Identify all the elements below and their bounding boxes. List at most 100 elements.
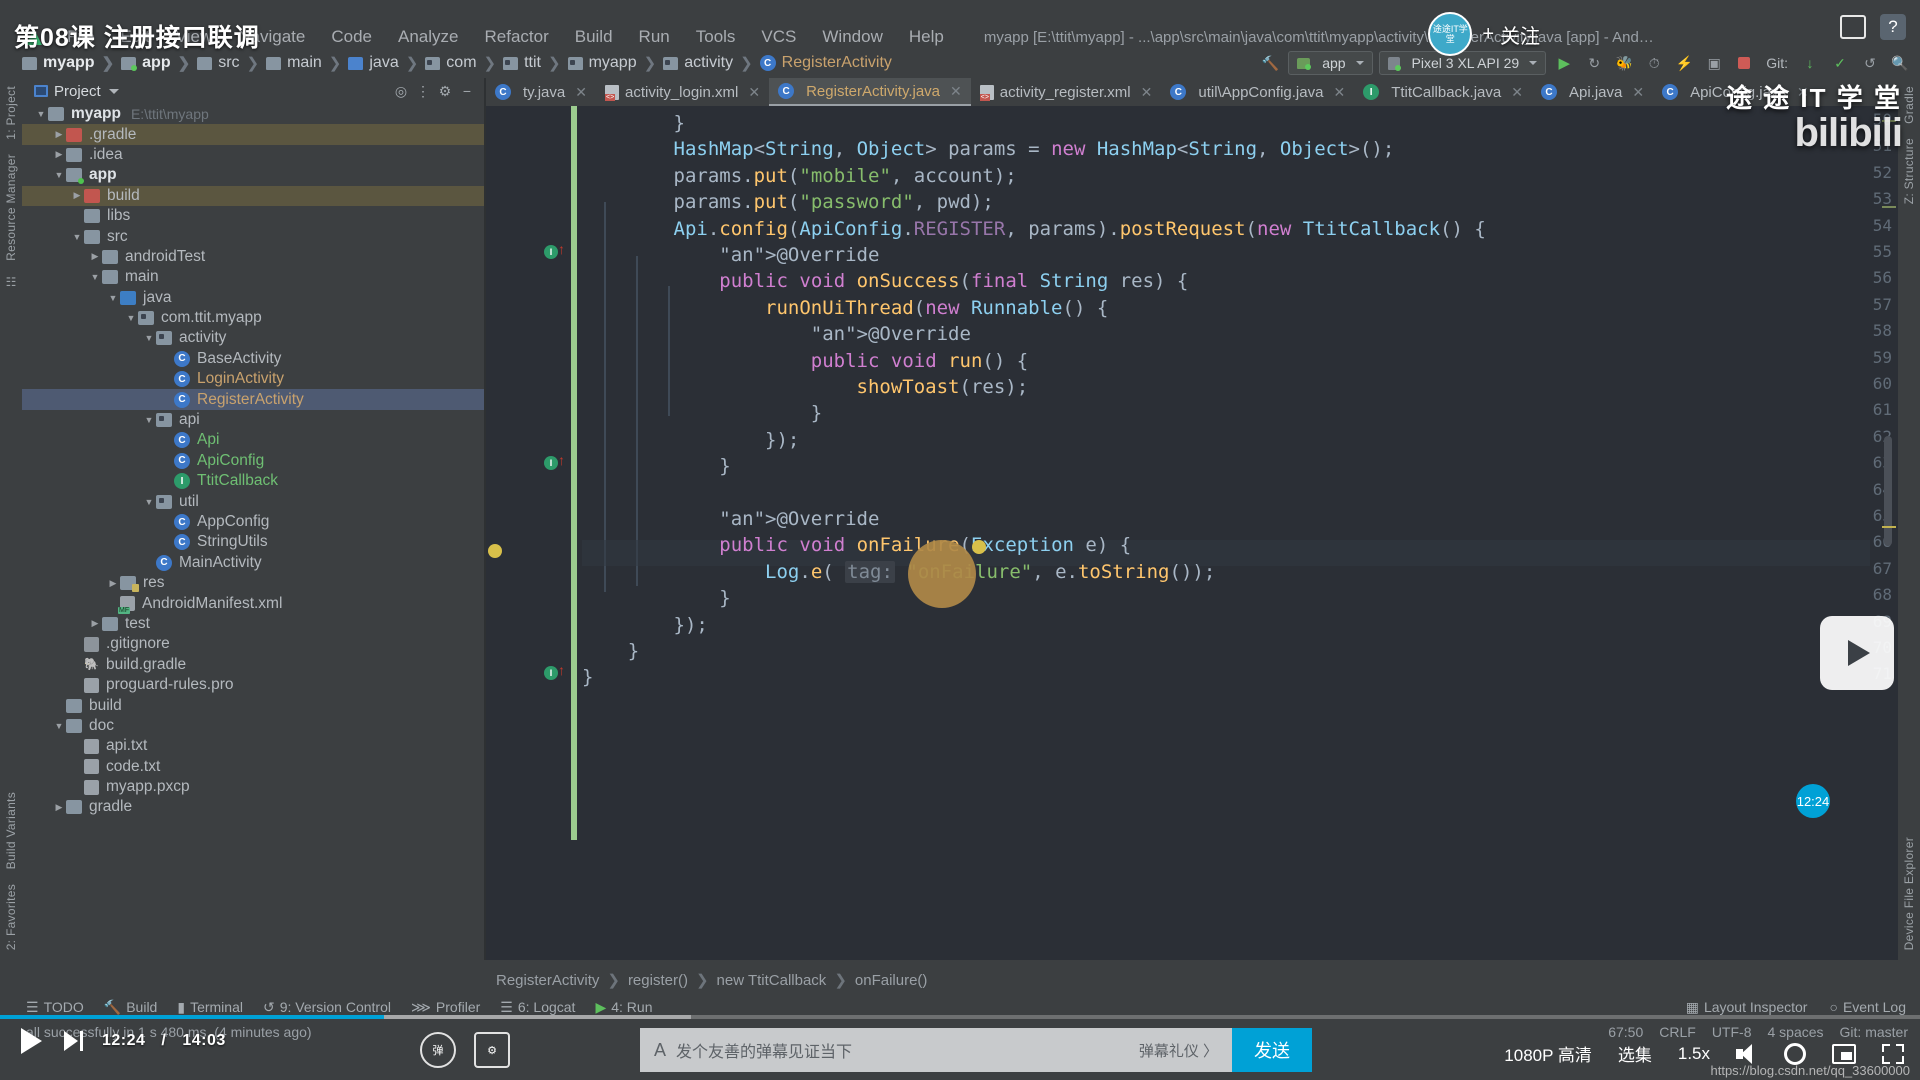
play-overlay-icon[interactable] (1820, 616, 1894, 690)
widescreen-icon[interactable] (1840, 15, 1866, 39)
chevron-down-icon[interactable] (142, 497, 156, 507)
breadcrumb-com[interactable]: com ❯ (425, 54, 503, 72)
attach-debugger-icon[interactable]: ⚡ (1672, 52, 1696, 74)
tree-item[interactable]: myapp.pxcp (22, 777, 484, 797)
tree-item[interactable]: 🐘 build.gradle (22, 655, 484, 675)
code-line[interactable]: } (582, 585, 730, 611)
tree-item[interactable]: proguard-rules.pro (22, 675, 484, 695)
code-line[interactable]: } (582, 400, 822, 426)
breadcrumb-app[interactable]: app ❯ (121, 54, 197, 72)
chevron-down-icon[interactable] (108, 88, 119, 94)
run-button[interactable]: ▶ (1552, 52, 1576, 74)
tree-item[interactable]: build (22, 695, 484, 715)
tree-item[interactable]: code.txt (22, 757, 484, 777)
code-line[interactable]: Api.config(ApiConfig.REGISTER, params).p… (582, 216, 1486, 242)
tree-item[interactable]: api (22, 410, 484, 430)
code-line[interactable]: public void onSuccess(final String res) … (582, 268, 1188, 294)
chevron-right-icon[interactable] (52, 149, 66, 160)
playback-speed[interactable]: 1.5x (1678, 1044, 1710, 1064)
close-icon[interactable]: ✕ (1141, 84, 1153, 101)
progress-bar[interactable] (0, 1015, 1920, 1019)
tree-item[interactable]: C BaseActivity (22, 349, 484, 369)
breadcrumb-ttit[interactable]: ttit ❯ (503, 54, 567, 72)
implementing-method-icon[interactable]: I (544, 666, 558, 680)
danmaku-input[interactable]: A 发个友善的弹幕见证当下 弹幕礼仪 〉 (640, 1028, 1232, 1072)
code-line[interactable]: }); (582, 612, 708, 638)
close-icon[interactable]: ✕ (950, 83, 962, 100)
git-commit-icon[interactable]: ✓ (1828, 52, 1852, 74)
chevron-right-icon[interactable] (52, 802, 66, 813)
chevron-right-icon[interactable] (106, 578, 120, 589)
strip-resource-manager[interactable]: Resource Manager (4, 154, 18, 261)
tool-run[interactable]: ▶ 4: Run (595, 999, 652, 1016)
breadcrumb-activity[interactable]: activity ❯ (663, 54, 759, 72)
chevron-right-icon[interactable] (88, 618, 102, 629)
editor-tab[interactable]: activity_login.xml ✕ (596, 78, 769, 106)
crumb-class[interactable]: RegisterActivity (496, 972, 599, 989)
danmaku-toggle-icon[interactable]: 弹 (420, 1032, 456, 1068)
collapse-all-icon[interactable]: ⋮ (412, 81, 434, 101)
tree-item[interactable]: AndroidManifest.xml (22, 593, 484, 615)
locate-file-icon[interactable]: ◎ (390, 81, 412, 101)
tree-item[interactable]: main (22, 267, 484, 287)
picture-in-picture-icon[interactable] (1832, 1043, 1856, 1064)
editor-tab-bar[interactable]: Cty.java ✕ activity_login.xml ✕ C RegisterAct… (486, 78, 1898, 106)
tool-terminal[interactable]: ▮ Terminal (177, 999, 243, 1016)
hide-panel-icon[interactable]: − (456, 81, 478, 101)
code-text[interactable]: } HashMap<String, Object> params = new H… (582, 106, 1870, 960)
code-line[interactable]: } (582, 638, 639, 664)
chevron-down-icon[interactable] (142, 333, 156, 343)
tree-item[interactable]: com.ttit.myapp (22, 308, 484, 328)
chevron-down-icon[interactable] (34, 109, 48, 119)
search-everywhere-icon[interactable]: 🔍 (1888, 52, 1912, 74)
debug-icon[interactable]: 🐝 (1612, 52, 1636, 74)
tree-item[interactable]: .gitignore (22, 634, 484, 654)
code-line[interactable]: } (582, 110, 685, 136)
avatar[interactable]: 途途IT学堂 (1428, 12, 1473, 56)
tree-item[interactable]: C ApiConfig (22, 451, 484, 471)
intention-bulb-icon[interactable] (488, 544, 502, 558)
volume-icon[interactable] (1736, 1043, 1758, 1065)
git-history-icon[interactable]: ↺ (1858, 52, 1882, 74)
editor-tab[interactable]: C RegisterActivity.java ✕ (769, 78, 971, 106)
project-tree[interactable]: myapp E:\ttit\myapp .gradle .idea app build li… (22, 104, 484, 960)
implementing-method-icon[interactable]: I (544, 456, 558, 470)
tree-item[interactable]: C MainActivity (22, 553, 484, 573)
chevron-down-icon[interactable] (88, 272, 102, 282)
chevron-down-icon[interactable] (52, 170, 66, 180)
close-icon[interactable]: ✕ (1511, 84, 1523, 101)
danmaku-settings-icon[interactable]: ⚙ (474, 1032, 510, 1068)
close-icon[interactable]: ✕ (575, 84, 587, 101)
breadcrumb-src[interactable]: src ❯ (197, 54, 266, 72)
next-episode-button[interactable] (60, 1026, 86, 1056)
tree-item[interactable]: .idea (22, 145, 484, 165)
editor-tab[interactable]: Cty.java ✕ (486, 78, 596, 106)
code-line[interactable]: } (582, 664, 593, 690)
tool-event-log[interactable]: ○ Event Log (1829, 999, 1906, 1016)
breadcrumb-java[interactable]: java ❯ (348, 54, 425, 72)
tree-item[interactable]: I TtitCallback (22, 471, 484, 491)
code-line[interactable]: "an">@Override (582, 242, 879, 268)
tree-item[interactable]: libs (22, 206, 484, 226)
code-line[interactable]: runOnUiThread(new Runnable() { (582, 295, 1108, 321)
close-icon[interactable]: ✕ (1333, 84, 1345, 101)
editor-tab[interactable]: I TtitCallback.java ✕ (1354, 78, 1532, 106)
tool-layout-inspector[interactable]: ▦ Layout Inspector (1686, 999, 1808, 1016)
tree-item[interactable]: src (22, 226, 484, 246)
tool-profiler[interactable]: ⋙ Profiler (411, 999, 480, 1016)
tool-logcat[interactable]: ☰ 6: Logcat (500, 999, 575, 1016)
breadcrumb-myapp-pkg[interactable]: myapp ❯ (567, 54, 664, 72)
tree-item[interactable]: test (22, 614, 484, 634)
breadcrumb-registeractivity[interactable]: C RegisterActivity (759, 54, 892, 72)
chevron-down-icon[interactable] (52, 721, 66, 731)
tool-todo[interactable]: ☰ TODO (26, 999, 84, 1016)
code-line[interactable]: }); (582, 427, 799, 453)
run-configuration-selector[interactable]: app (1288, 51, 1373, 75)
apply-changes-icon[interactable]: ↻ (1582, 52, 1606, 74)
chevron-down-icon[interactable] (70, 232, 84, 242)
code-line[interactable]: params.put("password", pwd); (582, 189, 994, 215)
tree-item[interactable]: doc (22, 716, 484, 736)
tree-item[interactable]: C Api (22, 430, 484, 450)
crumb-method[interactable]: register() (628, 972, 688, 989)
breadcrumb-main[interactable]: main ❯ (266, 54, 348, 72)
